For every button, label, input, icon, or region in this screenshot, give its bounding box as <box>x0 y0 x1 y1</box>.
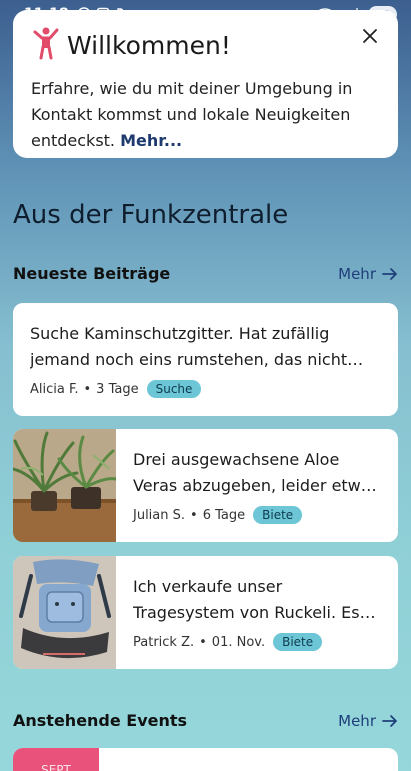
post-meta: Julian S. • 6 Tage Biete <box>133 506 382 524</box>
latest-posts-header: Neueste Beiträge Mehr <box>13 264 398 283</box>
post-body: Suche Kaminschutzgitter. Hat zufällig je… <box>13 303 398 416</box>
arrow-right-icon <box>382 714 397 727</box>
post-text: Drei ausgewachsene Aloe Veras abzugeben,… <box>133 450 379 495</box>
post-body: Drei ausgewachsene Aloe Veras abzugeben,… <box>116 429 398 542</box>
latest-posts-more-link[interactable]: Mehr <box>338 265 398 283</box>
close-icon <box>363 29 377 43</box>
section-title: Aus der Funkzentrale <box>13 200 289 230</box>
event-date-badge: SEPT <box>13 748 99 771</box>
post-tag: Suche <box>146 380 202 398</box>
welcome-body: Erfahre, wie du mit deiner Umgebung in K… <box>31 79 353 150</box>
post-tag: Biete <box>253 506 303 524</box>
post-time: 3 Tage <box>96 381 139 397</box>
latest-posts-title: Neueste Beiträge <box>13 264 171 283</box>
events-more-link[interactable]: Mehr <box>338 712 398 730</box>
events-more-label: Mehr <box>338 711 376 730</box>
post-thumbnail-baby-carrier <box>13 556 116 669</box>
post-card[interactable]: Drei ausgewachsene Aloe Veras abzugeben,… <box>13 429 398 542</box>
event-card[interactable]: SEPT <box>13 748 398 771</box>
post-card[interactable]: Suche Kaminschutzgitter. Hat zufällig je… <box>13 303 398 416</box>
meta-separator: • <box>83 381 92 397</box>
post-body: Ich verkaufe unser Tragesystem von Rucke… <box>116 556 398 669</box>
post-text: Suche Kaminschutzgitter. Hat zufällig je… <box>30 324 348 369</box>
post-author: Alicia F. <box>30 381 79 397</box>
post-author: Julian S. <box>133 507 186 523</box>
post-thumbnail-plants <box>13 429 116 542</box>
welcome-text: Erfahre, wie du mit deiner Umgebung in K… <box>31 76 380 154</box>
post-author: Patrick Z. <box>133 634 195 650</box>
arrow-right-icon <box>382 267 397 280</box>
meta-separator: • <box>190 507 198 523</box>
post-time: 6 Tage <box>202 507 246 523</box>
post-time: 01. Nov. <box>211 634 266 650</box>
post-text: Ich verkaufe unser Tragesystem von Rucke… <box>133 577 360 622</box>
events-title: Anstehende Events <box>13 711 188 730</box>
welcome-header: Willkommen! <box>31 26 380 64</box>
meta-separator: • <box>199 634 207 650</box>
events-header: Anstehende Events Mehr <box>13 711 398 730</box>
post-tag: Biete <box>273 633 323 651</box>
close-button[interactable] <box>360 26 380 46</box>
welcome-card: Willkommen! Erfahre, wie du mit deiner U… <box>13 10 398 158</box>
waving-person-icon <box>31 26 61 64</box>
post-card[interactable]: Ich verkaufe unser Tragesystem von Rucke… <box>13 556 398 669</box>
post-meta: Alicia F. • 3 Tage Suche <box>30 380 382 398</box>
welcome-more-link[interactable]: Mehr... <box>120 131 182 150</box>
latest-posts-more-label: Mehr <box>338 264 376 283</box>
welcome-title: Willkommen! <box>67 30 231 60</box>
post-meta: Patrick Z. • 01. Nov. Biete <box>133 633 382 651</box>
